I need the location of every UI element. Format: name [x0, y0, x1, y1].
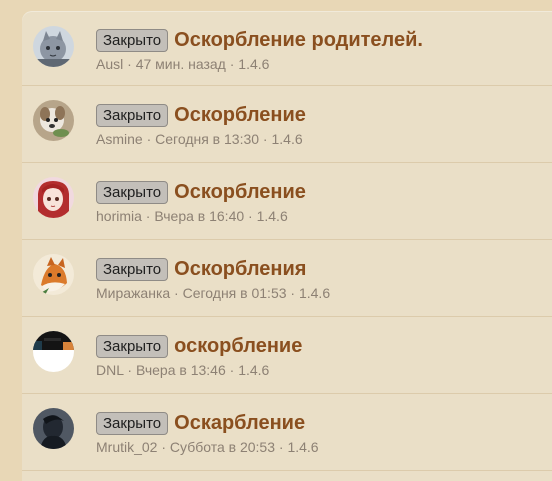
meta-separator: ·: [157, 439, 170, 455]
dark-scene-avatar-icon[interactable]: [33, 331, 74, 372]
thread-title[interactable]: Оскорбление: [174, 103, 306, 127]
thread-title-line: Закрыто Оскорбления: [96, 257, 306, 283]
thread-time[interactable]: Вчера в 13:46: [136, 362, 226, 378]
meta-separator: ·: [225, 56, 239, 72]
thread-version: 1.4.6: [238, 362, 270, 378]
thread-author[interactable]: Asmine: [96, 131, 143, 147]
thread-row[interactable]: Закрыто Оскарбление Mrutik_02 · Суббота в…: [22, 394, 552, 471]
thread-title-line: Закрыто Оскорбление: [96, 103, 306, 129]
thread-version: 1.4.6: [298, 285, 331, 301]
thread-version: 1.4.6: [271, 131, 303, 147]
meta-separator: ·: [170, 285, 183, 301]
meta-separator: ·: [123, 56, 136, 72]
thread-title-line: Закрыто Оскарбление: [96, 411, 305, 437]
meta-separator: ·: [225, 362, 239, 378]
meta-separator: ·: [275, 439, 288, 455]
thread-time[interactable]: Суббота в 20:53: [170, 439, 275, 455]
thread-time[interactable]: 47 мин. назад: [136, 56, 226, 72]
thread-title[interactable]: Оскорбления: [174, 257, 306, 281]
thread-author[interactable]: Mrutik_02: [96, 439, 157, 455]
thread-row[interactable]: Закрыто Оскорбление Asmine · Сегодня в 13…: [22, 86, 552, 163]
thread-title-line: Закрыто оскорбление: [96, 334, 302, 360]
thread-time[interactable]: Сегодня в 01:53: [183, 285, 287, 301]
thread-row[interactable]: Закрыто Оскорбление родителей. Ausl · 47 …: [22, 11, 552, 86]
thread-meta: Asmine · Сегодня в 13:30 · 1.4.6: [96, 131, 303, 147]
fox-avatar-icon[interactable]: [33, 254, 74, 295]
thread-title[interactable]: Оскарбление: [174, 411, 305, 435]
meta-separator: ·: [142, 131, 156, 147]
thread-meta: Миражанка · Сегодня в 01:53 · 1.4.6: [96, 285, 330, 301]
thread-version: 1.4.6: [256, 208, 288, 224]
thread-author[interactable]: Ausl: [96, 56, 123, 72]
status-badge: Закрыто: [96, 257, 169, 281]
status-badge: Закрыто: [96, 28, 169, 52]
thread-version: 1.4.6: [238, 56, 270, 72]
thread-row[interactable]: Закрыто Оскорбления Миражанка · Сегодня в…: [22, 240, 552, 317]
thread-meta: Mrutik_02 · Суббота в 20:53 · 1.4.6: [96, 439, 319, 455]
meta-separator: ·: [259, 131, 272, 147]
thread-row[interactable]: Закрыто оскорбление DNL · Вчера в 13:46 ·…: [22, 317, 552, 394]
thread-title[interactable]: оскорбление: [174, 334, 302, 358]
thread-time[interactable]: Сегодня в 13:30: [155, 131, 259, 147]
meta-separator: ·: [123, 362, 136, 378]
anime-girl-avatar-icon[interactable]: [33, 177, 74, 218]
thread-meta: Ausl · 47 мин. назад · 1.4.6: [96, 56, 269, 72]
status-badge: Закрыто: [96, 103, 169, 127]
thread-meta: horimia · Вчера в 16:40 · 1.4.6: [96, 208, 288, 224]
thread-author[interactable]: Миражанка: [96, 285, 170, 301]
thread-row[interactable]: Закрыто Оскорбление horimia · Вчера в 16:…: [22, 163, 552, 240]
thread-title[interactable]: Оскорбление родителей.: [174, 28, 423, 52]
thread-title[interactable]: Оскорбление: [174, 180, 306, 204]
meta-separator: ·: [244, 208, 257, 224]
thread-title-line: Закрыто Оскорбление: [96, 180, 306, 206]
portrait-avatar-icon[interactable]: [33, 408, 74, 449]
thread-author[interactable]: DNL: [96, 362, 124, 378]
meta-separator: ·: [286, 285, 299, 301]
status-badge: Закрыто: [96, 411, 169, 435]
thread-meta: DNL · Вчера в 13:46 · 1.4.6: [96, 362, 269, 378]
thread-author[interactable]: horimia: [96, 208, 142, 224]
thread-version: 1.4.6: [287, 439, 319, 455]
status-badge: Закрыто: [96, 180, 169, 204]
thread-time[interactable]: Вчера в 16:40: [154, 208, 244, 224]
thread-list: Закрыто Оскорбление родителей. Ausl · 47 …: [22, 11, 552, 481]
thread-title-line: Закрыто Оскорбление родителей.: [96, 28, 423, 54]
status-badge: Закрыто: [96, 334, 169, 358]
dog-avatar-icon[interactable]: [33, 100, 74, 141]
cat-avatar-icon[interactable]: [33, 26, 74, 67]
meta-separator: ·: [141, 208, 155, 224]
